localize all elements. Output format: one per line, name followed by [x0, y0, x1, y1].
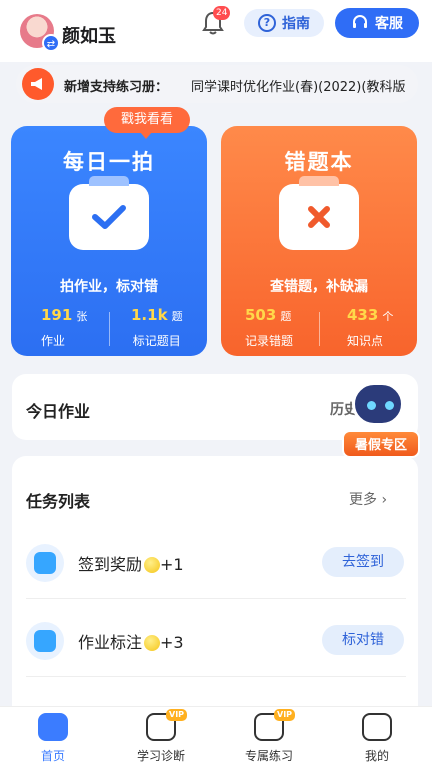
- calendar-check-icon: [26, 544, 64, 582]
- daily-photo-slogan: 拍作业，标对错: [60, 279, 158, 295]
- headset-icon: [353, 15, 367, 28]
- more-link[interactable]: 更多 ›: [349, 489, 387, 509]
- tab-practice[interactable]: VIP 专属练习: [224, 709, 314, 764]
- stat-caption: 作业: [41, 334, 66, 348]
- pencil-doc-icon: VIP: [254, 709, 296, 741]
- customer-service-button[interactable]: 客服: [335, 8, 419, 38]
- guide-button[interactable]: ? 指南: [244, 9, 324, 37]
- mistake-book-title: 错题本: [284, 150, 354, 174]
- stat-number: 191: [41, 306, 73, 324]
- recorded-mistakes-stat: 503 题 记录错题: [245, 306, 293, 349]
- coin-icon: [144, 635, 161, 651]
- notice-label: 新增支持练习册：: [64, 80, 169, 95]
- try-me-bubble[interactable]: 戳我看看: [104, 107, 190, 139]
- tab-label: 首页: [40, 749, 65, 763]
- username: 颜如玉: [62, 26, 116, 47]
- profile-icon: [362, 713, 392, 741]
- notice-bar[interactable]: 新增支持练习册： 同学课时优化作业(春)(2022)(教科版: [16, 65, 418, 103]
- checkmark-icon: [69, 176, 149, 250]
- vip-badge: VIP: [166, 709, 188, 721]
- avatar[interactable]: ⇄: [20, 14, 60, 52]
- chart-icon: VIP: [146, 709, 188, 741]
- today-homework-title: 今日作业: [26, 402, 91, 421]
- stat-number: 1.1k: [131, 306, 168, 324]
- task-row-annotate: 作业标注 +3 标对错: [12, 608, 418, 684]
- task-row-checkin: 签到奖励 +1 去签到: [12, 530, 418, 606]
- stat-number: 433: [347, 306, 379, 324]
- question-icon: ?: [258, 14, 276, 32]
- stat-unit: 题: [171, 310, 183, 323]
- tab-diagnosis[interactable]: VIP 学习诊断: [116, 709, 206, 764]
- robot-mascot-icon: [352, 382, 404, 426]
- tab-label: 我的: [364, 749, 389, 763]
- mark-answers-button[interactable]: 标对错: [322, 625, 404, 655]
- task-reward: +3: [160, 633, 184, 652]
- knowledge-points-stat: 433 个 知识点: [347, 306, 393, 349]
- stat-caption: 记录错题: [245, 334, 294, 348]
- stat-unit: 张: [76, 310, 88, 323]
- notification-badge: 24: [213, 6, 231, 20]
- stat-divider: [109, 312, 110, 346]
- mistake-book-card[interactable]: 错题本 查错题，补缺漏 503 题 记录错题 433 个 知识点: [221, 126, 417, 356]
- daily-photo-card[interactable]: 每日一拍 拍作业，标对错 191 张 作业 1.1k 题 标记题目: [11, 126, 207, 356]
- task-name-label: 作业标注: [78, 633, 143, 652]
- tab-mine[interactable]: 我的: [332, 713, 422, 764]
- notification-bell[interactable]: 24: [201, 6, 231, 38]
- task-list-title: 任务列表: [26, 492, 91, 511]
- service-label: 客服: [375, 16, 403, 32]
- daily-photo-title: 每日一拍: [63, 150, 155, 174]
- notice-text: 同学课时优化作业(春)(2022)(教科版: [191, 80, 406, 95]
- summer-zone-banner: 暑假专区: [342, 430, 420, 458]
- tab-home[interactable]: 首页: [8, 713, 98, 764]
- tab-label: 专属练习: [244, 749, 293, 763]
- switch-account-icon[interactable]: ⇄: [42, 34, 60, 52]
- mistake-book-slogan: 查错题，补缺漏: [270, 279, 368, 295]
- more-label: 更多: [349, 492, 377, 508]
- megaphone-icon: [22, 68, 54, 100]
- stat-caption: 标记题目: [132, 334, 181, 348]
- stat-divider: [319, 312, 320, 346]
- task-divider: [26, 676, 406, 677]
- stat-unit: 个: [382, 310, 394, 323]
- task-name: 签到奖励 +1: [78, 551, 184, 575]
- guide-label: 指南: [282, 16, 310, 32]
- summer-zone-mascot[interactable]: 暑假专区: [340, 378, 420, 462]
- marked-questions-stat: 1.1k 题 标记题目: [131, 306, 183, 349]
- home-icon: [38, 713, 68, 741]
- bottom-tab-bar: 首页 VIP 学习诊断 VIP 专属练习 我的: [0, 706, 432, 768]
- stat-caption: 知识点: [347, 334, 384, 348]
- task-name-label: 签到奖励: [78, 555, 143, 574]
- stat-unit: 题: [280, 310, 292, 323]
- homework-count-stat: 191 张 作业: [41, 306, 87, 349]
- stat-number: 503: [245, 306, 277, 324]
- coin-icon: [144, 557, 161, 573]
- task-name: 作业标注 +3: [78, 629, 184, 653]
- top-bar: ⇄ 颜如玉 24 ? 指南 客服: [0, 0, 432, 62]
- task-reward: +1: [160, 555, 184, 574]
- tab-label: 学习诊断: [136, 749, 185, 763]
- chevron-right-icon: ›: [381, 492, 388, 508]
- checkin-button[interactable]: 去签到: [322, 547, 404, 577]
- vip-badge: VIP: [274, 709, 296, 721]
- camera-icon: [26, 622, 64, 660]
- cross-icon: [279, 176, 359, 250]
- task-divider: [26, 598, 406, 599]
